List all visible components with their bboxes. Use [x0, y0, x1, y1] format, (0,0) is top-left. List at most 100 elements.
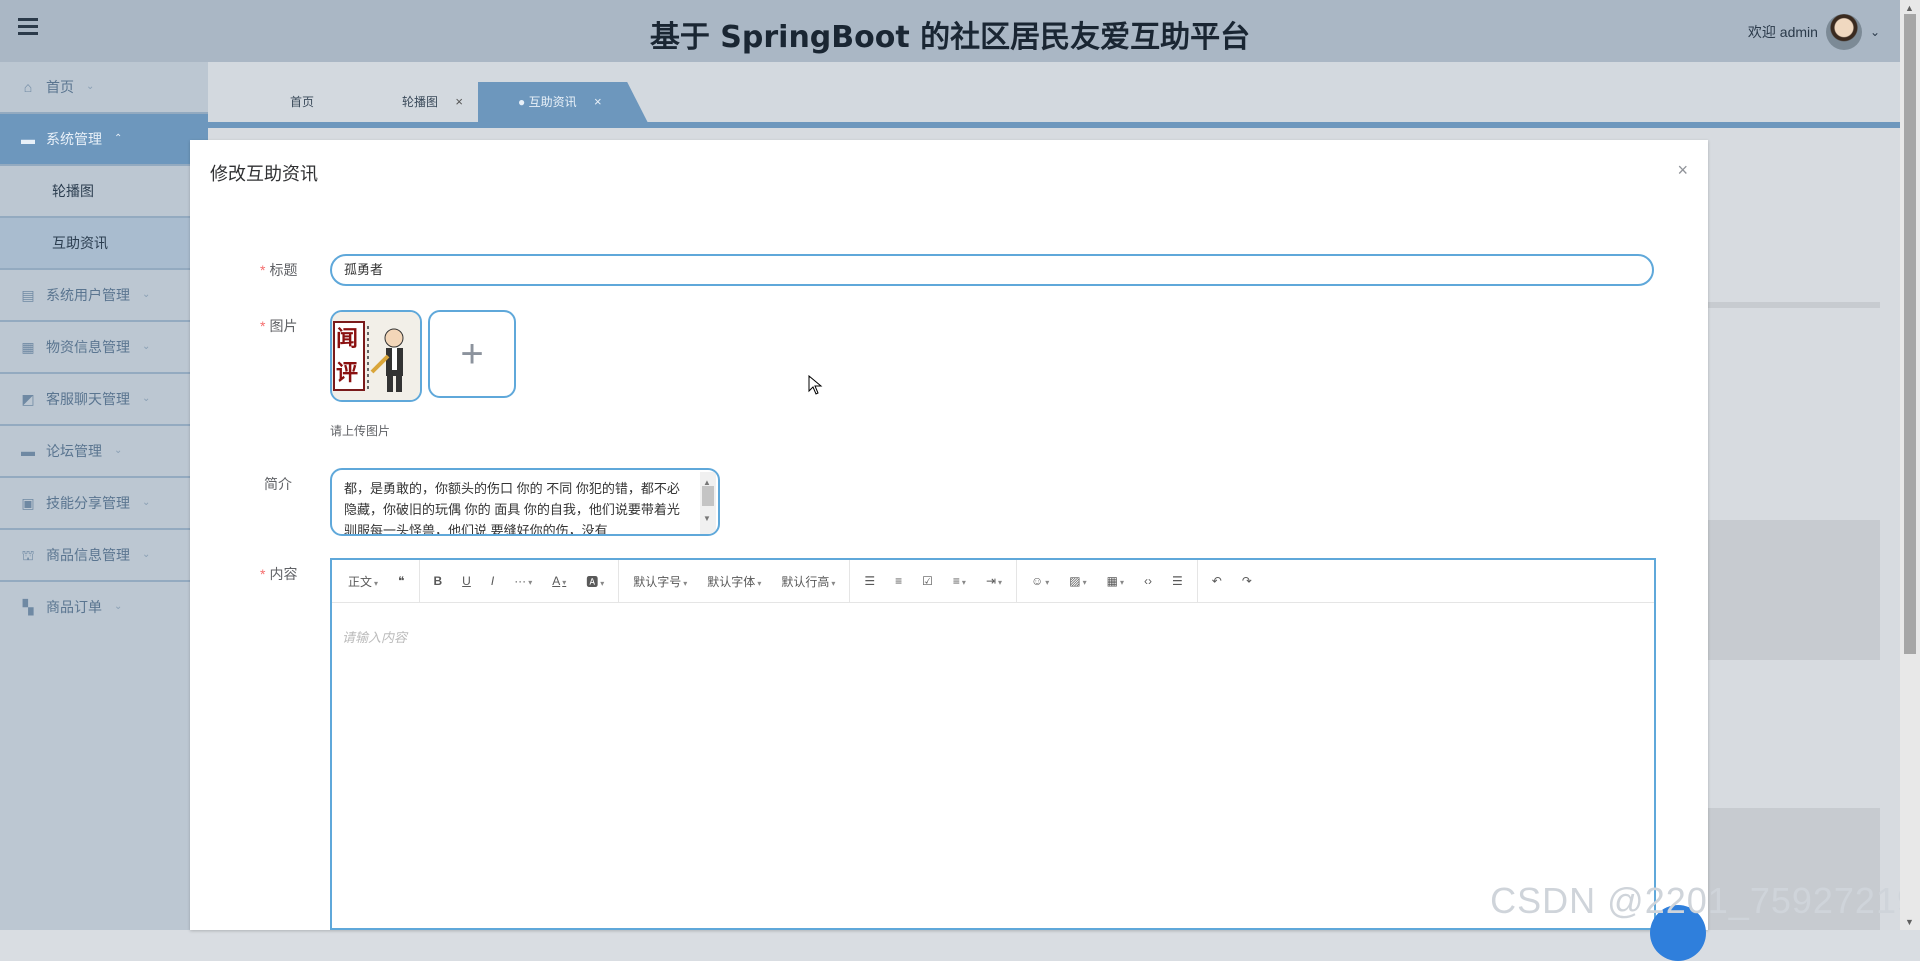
scroll-down-icon[interactable]: ▼ — [1905, 917, 1914, 927]
intro-label: 简介 — [264, 476, 292, 492]
line-height-dropdown[interactable]: 默认行高 ▾ — [771, 573, 845, 590]
sidebar-item-label: 首页 — [46, 79, 74, 95]
sidebar-item-carousel[interactable]: 轮播图 — [0, 166, 208, 218]
bulleted-list-icon[interactable]: ☰ — [854, 574, 885, 588]
intro-textarea[interactable]: 都，是勇敢的，你额头的伤口 你的 不同 你犯的错，都不必隐藏，你破旧的玩偶 你的… — [330, 468, 720, 536]
todo-icon[interactable]: ☑ — [912, 574, 943, 588]
quote-icon[interactable]: ❝ — [388, 574, 414, 588]
sidebar-item-forum[interactable]: ▬ 论坛管理 ⌄ — [0, 426, 208, 478]
system-icon: ▬ — [21, 131, 35, 147]
image-label: * 图片 — [260, 318, 298, 334]
chevron-down-icon: ⌄ — [114, 601, 123, 612]
chevron-down-icon: ⌄ — [142, 289, 151, 300]
sidebar-item-shop[interactable]: ⛫ 商品信息管理 ⌄ — [0, 530, 208, 582]
sidebar-item-skill[interactable]: ▣ 技能分享管理 ⌄ — [0, 478, 208, 530]
underline-icon[interactable]: U — [452, 574, 481, 588]
numbered-list-icon[interactable]: ≡ — [885, 574, 912, 588]
sidebar-item-goods[interactable]: ▦ 物资信息管理 ⌄ — [0, 322, 208, 374]
editor-content[interactable]: 请输入内容 — [332, 603, 1654, 670]
title-input[interactable]: 孤勇者 — [330, 254, 1654, 286]
chevron-down-icon: ⌄ — [142, 393, 151, 404]
sidebar-item-label: 论坛管理 — [46, 443, 102, 459]
edit-news-dialog: 修改互助资讯 × * 标题 孤勇者 * 图片 闻 评 + 请上传图片 简介 都，是勇… — [190, 140, 1708, 930]
sidebar-item-chat[interactable]: ◩ 客服聊天管理 ⌄ — [0, 374, 208, 426]
divider-icon[interactable]: ☰ — [1162, 574, 1193, 588]
scroll-up-icon[interactable]: ▲ — [1905, 3, 1914, 13]
chevron-down-icon: ⌄ — [142, 497, 151, 508]
page-scrollbar[interactable]: ▲ ▼ — [1900, 0, 1920, 930]
sidebar-item-system[interactable]: ▬ 系统管理 ⌃ — [0, 114, 208, 166]
tab-carousel[interactable]: 轮播图 × — [402, 82, 463, 122]
tab-label: 轮播图 — [402, 95, 439, 109]
scrollbar-thumb[interactable] — [702, 486, 714, 506]
chevron-down-icon[interactable]: ⌄ — [1870, 25, 1880, 39]
tab-news[interactable]: ● 互助资讯 × — [478, 82, 648, 122]
sidebar-item-label: 技能分享管理 — [46, 495, 130, 511]
dialog-title: 修改互助资讯 — [210, 164, 318, 184]
welcome-text: 欢迎 admin — [1747, 24, 1818, 40]
title-label: * 标题 — [260, 262, 298, 278]
sidebar-item-label: 系统用户管理 — [46, 287, 130, 303]
sidebar-item-label: 物资信息管理 — [46, 339, 130, 355]
emoji-icon[interactable]: ☺ ▾ — [1021, 574, 1059, 588]
chevron-up-icon: ⌃ — [114, 133, 123, 144]
upload-hint: 请上传图片 — [330, 424, 391, 438]
italic-icon[interactable]: I — [481, 574, 504, 588]
news-cartoon-image: 闻 评 — [332, 312, 420, 400]
sidebar-item-label: 商品订单 — [46, 599, 102, 615]
sidebar-item-news[interactable]: 互助资讯 — [0, 218, 208, 270]
sidebar-item-users[interactable]: ▤ 系统用户管理 ⌄ — [0, 270, 208, 322]
goods-icon: ▦ — [21, 339, 35, 355]
skill-icon: ▣ — [21, 495, 35, 511]
textarea-scrollbar[interactable]: ▲ ▼ — [700, 472, 716, 534]
scroll-down-icon[interactable]: ▼ — [703, 508, 711, 529]
scrollbar-thumb[interactable] — [1904, 14, 1916, 654]
editor-toolbar: 正文 ▾ ❝ B U I ··· ▾ A ▾ 🅰 ▾ 默认字号 ▾ 默认字体 ▾ 默认行高 ▾… — [332, 560, 1654, 603]
indent-icon[interactable]: ⇥ ▾ — [976, 574, 1012, 588]
table-icon[interactable]: ▦ ▾ — [1097, 574, 1134, 588]
tab-home[interactable]: 首页 — [290, 82, 314, 122]
sidebar: ⌂ 首页 ⌄ ▬ 系统管理 ⌃ 轮播图 互助资讯 ▤ 系统用户管理 ⌄ ▦ 物资… — [0, 62, 208, 930]
chat-icon: ◩ — [21, 391, 35, 407]
bold-icon[interactable]: B — [424, 574, 453, 588]
undo-icon[interactable]: ↶ — [1202, 574, 1232, 588]
sidebar-item-label: 商品信息管理 — [46, 547, 130, 563]
forum-icon: ▬ — [21, 443, 35, 459]
redo-icon[interactable]: ↷ — [1232, 574, 1262, 588]
avatar[interactable] — [1825, 14, 1862, 50]
close-icon[interactable]: × — [594, 94, 602, 109]
tab-bar: 首页 轮播图 × ● 互助资讯 × — [208, 62, 1900, 124]
chevron-down-icon: ⌄ — [142, 549, 151, 560]
shop-icon: ⛫ — [21, 547, 35, 563]
background-color-icon[interactable]: 🅰 ▾ — [576, 573, 614, 590]
uploaded-image-thumbnail[interactable]: 闻 评 — [330, 310, 422, 402]
code-icon[interactable]: ‹› — [1134, 574, 1162, 588]
app-title: 基于 SpringBoot 的社区居民友爱互助平台 — [649, 20, 1251, 55]
user-menu[interactable]: 欢迎 admin ⌄ — [1748, 14, 1880, 50]
sidebar-item-orders[interactable]: ▚ 商品订单 ⌄ — [0, 582, 208, 632]
svg-text:闻: 闻 — [336, 327, 358, 352]
image-icon[interactable]: ▨ ▾ — [1059, 574, 1096, 588]
chevron-down-icon: ⌄ — [86, 81, 95, 92]
close-icon[interactable]: × — [1677, 160, 1688, 181]
tab-label: ● 互助资讯 — [518, 95, 577, 109]
upload-image-button[interactable]: + — [428, 310, 516, 398]
sidebar-item-label: 客服聊天管理 — [46, 391, 130, 407]
font-size-dropdown[interactable]: 默认字号 ▾ — [623, 573, 697, 590]
svg-text:评: 评 — [336, 361, 358, 386]
sidebar-item-label: 系统管理 — [46, 131, 102, 147]
font-color-icon[interactable]: A ▾ — [542, 574, 576, 588]
chevron-down-icon: ⌄ — [114, 445, 123, 456]
rich-text-editor[interactable]: 正文 ▾ ❝ B U I ··· ▾ A ▾ 🅰 ▾ 默认字号 ▾ 默认字体 ▾ 默认行高 ▾… — [330, 558, 1656, 930]
paragraph-format-dropdown[interactable]: 正文 ▾ — [338, 573, 388, 590]
content-label: * 内容 — [260, 566, 298, 582]
close-icon[interactable]: × — [455, 94, 463, 109]
mouse-cursor-icon — [808, 375, 823, 395]
sidebar-item-home[interactable]: ⌂ 首页 ⌄ — [0, 62, 208, 114]
chevron-down-icon: ⌄ — [142, 341, 151, 352]
align-icon[interactable]: ≡ ▾ — [943, 574, 976, 588]
watermark: CSDN @2201_75927219 — [1490, 880, 1918, 921]
font-family-dropdown[interactable]: 默认字体 ▾ — [697, 573, 771, 590]
more-icon[interactable]: ··· ▾ — [504, 574, 542, 588]
tab-label: 首页 — [290, 95, 315, 109]
